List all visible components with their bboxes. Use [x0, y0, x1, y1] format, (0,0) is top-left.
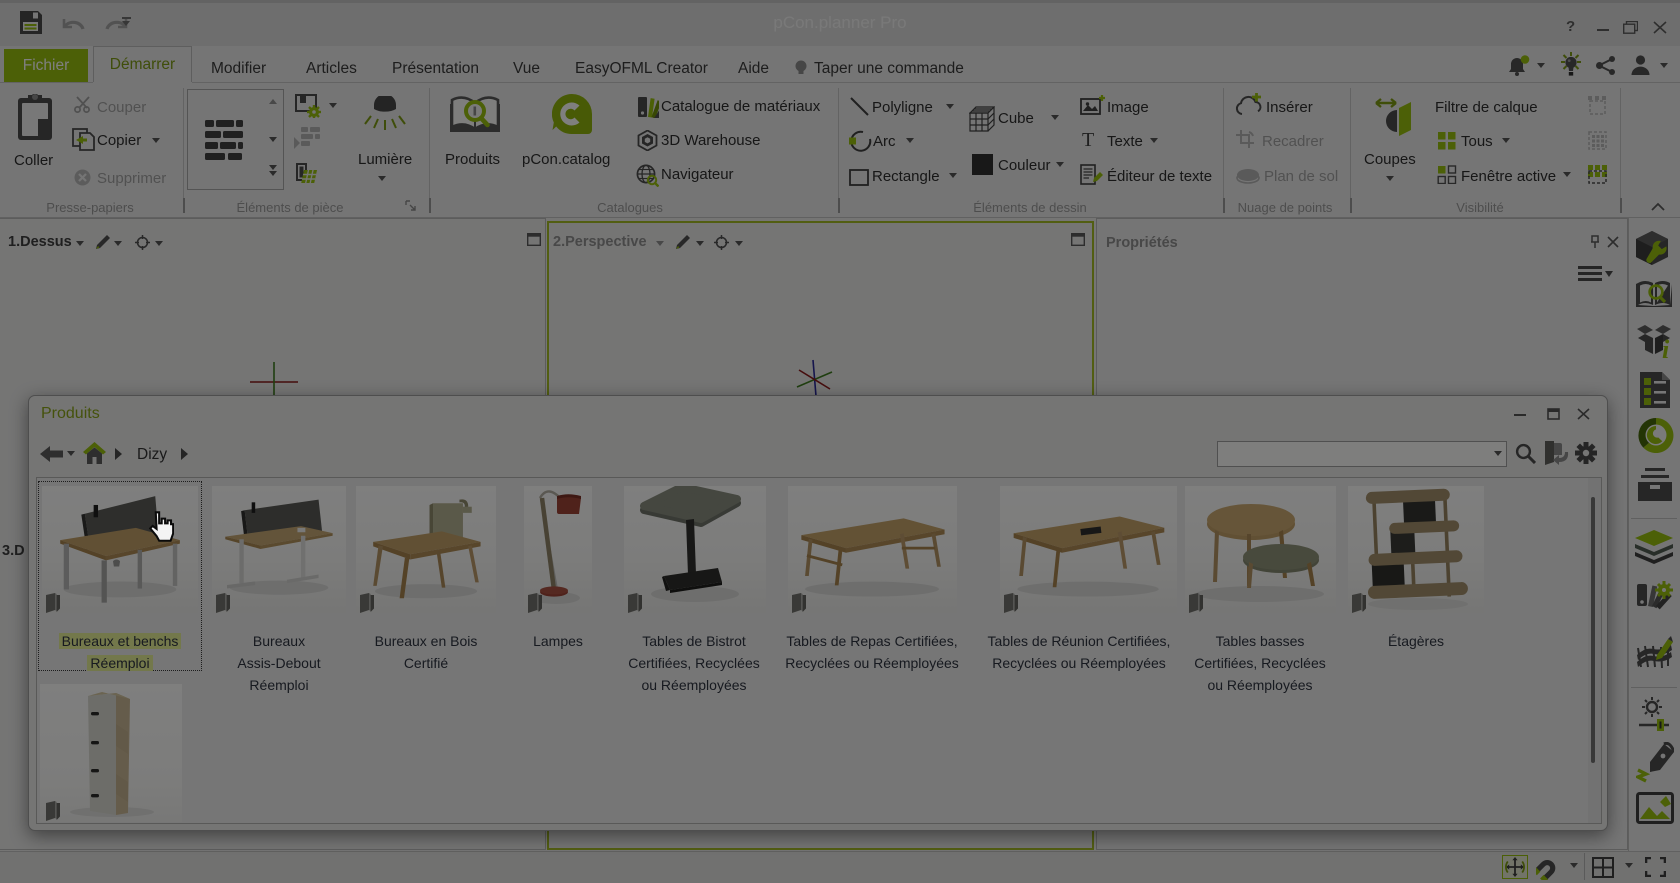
svg-text:i: i: [1662, 335, 1670, 360]
